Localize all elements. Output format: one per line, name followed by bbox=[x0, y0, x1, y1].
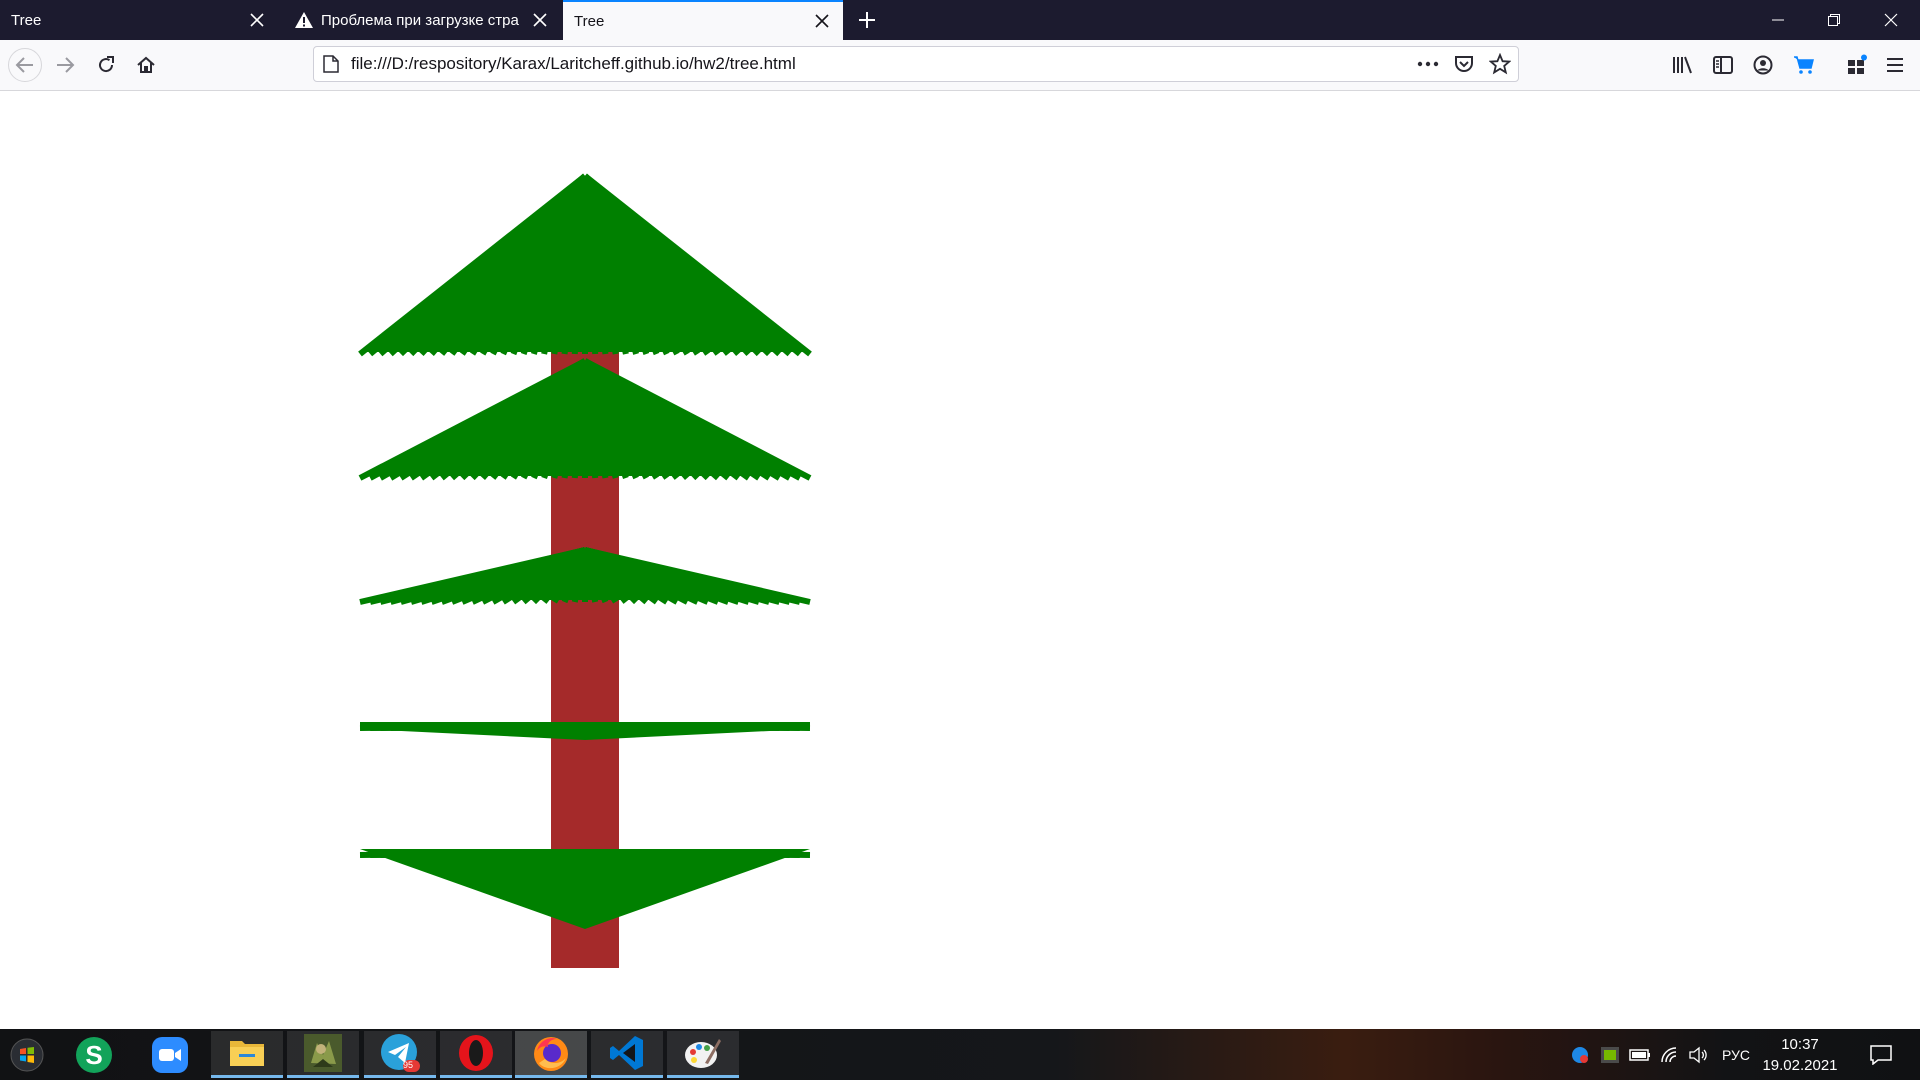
opera-icon[interactable] bbox=[440, 1031, 512, 1078]
account-icon[interactable] bbox=[1746, 48, 1780, 82]
branch-layer bbox=[358, 358, 812, 481]
page-actions-icon[interactable] bbox=[1417, 55, 1439, 78]
file-explorer-icon[interactable] bbox=[211, 1031, 283, 1078]
cart-icon[interactable] bbox=[1787, 48, 1821, 82]
paint-icon[interactable] bbox=[667, 1031, 739, 1078]
back-button[interactable] bbox=[8, 48, 42, 82]
restore-button[interactable] bbox=[1806, 0, 1862, 40]
time-label: 10:37 bbox=[1781, 1036, 1819, 1053]
telegram-icon[interactable]: 95 bbox=[364, 1031, 436, 1078]
branch-layer bbox=[359, 849, 811, 929]
battery-icon[interactable] bbox=[1628, 1029, 1652, 1080]
page-content bbox=[0, 91, 1920, 1029]
tab-label: Tree bbox=[574, 12, 605, 30]
telegram-badge: 95 bbox=[403, 1060, 414, 1070]
tree-drawing bbox=[358, 173, 812, 968]
branch-layer bbox=[358, 173, 812, 357]
volume-icon[interactable] bbox=[1686, 1029, 1710, 1080]
nvidia-tray-icon[interactable] bbox=[1598, 1029, 1622, 1080]
menu-icon[interactable] bbox=[1878, 48, 1912, 82]
tab-strip: Tree Проблема при загрузке стра Tree bbox=[0, 0, 1920, 40]
branch-shape bbox=[360, 849, 810, 929]
url-text[interactable]: file:///D:/respository/Karax/Laritcheff.… bbox=[351, 47, 796, 81]
address-bar[interactable]: file:///D:/respository/Karax/Laritcheff.… bbox=[313, 46, 1519, 82]
page-icon bbox=[323, 55, 339, 78]
branch-layer bbox=[359, 722, 811, 740]
skype-icon[interactable]: S bbox=[58, 1031, 130, 1078]
forward-button[interactable] bbox=[48, 48, 82, 82]
close-tab-icon[interactable] bbox=[242, 5, 272, 35]
tab-label: Проблема при загрузке стра bbox=[321, 11, 519, 29]
warning-icon bbox=[293, 9, 315, 31]
svg-text:S: S bbox=[85, 1040, 102, 1070]
close-tab-icon[interactable] bbox=[525, 5, 555, 35]
new-tab-button[interactable] bbox=[852, 5, 882, 35]
zoom-icon[interactable] bbox=[134, 1031, 206, 1078]
branch-layer bbox=[359, 547, 811, 605]
sidebar-icon[interactable] bbox=[1706, 48, 1740, 82]
close-tab-icon[interactable] bbox=[807, 6, 837, 36]
date-label: 19.02.2021 bbox=[1762, 1057, 1838, 1074]
tab-tree-1[interactable]: Tree bbox=[0, 0, 278, 40]
language-label: РУС bbox=[1721, 1046, 1751, 1063]
close-window-button[interactable] bbox=[1863, 0, 1919, 40]
antivirus-tray-icon[interactable] bbox=[1568, 1029, 1592, 1080]
navigation-toolbar: file:///D:/respository/Karax/Laritcheff.… bbox=[0, 40, 1920, 91]
tab-load-problem[interactable]: Проблема при загрузке стра bbox=[283, 0, 561, 40]
tab-label: Tree bbox=[11, 11, 42, 29]
clock[interactable]: 10:37 19.02.2021 bbox=[1752, 1034, 1848, 1076]
extensions-icon[interactable] bbox=[1840, 48, 1874, 82]
library-icon[interactable] bbox=[1666, 48, 1700, 82]
start-icon[interactable] bbox=[0, 1031, 54, 1078]
reload-button[interactable] bbox=[89, 48, 123, 82]
game-icon[interactable] bbox=[287, 1031, 359, 1078]
language-indicator[interactable]: РУС bbox=[1716, 1029, 1756, 1080]
vscode-icon[interactable] bbox=[591, 1031, 663, 1078]
pocket-icon[interactable] bbox=[1454, 54, 1474, 79]
home-button[interactable] bbox=[129, 48, 163, 82]
branch-shape bbox=[360, 722, 810, 740]
wifi-icon[interactable] bbox=[1658, 1029, 1682, 1080]
tab-tree-active[interactable]: Tree bbox=[563, 0, 843, 40]
bookmark-star-icon[interactable] bbox=[1488, 52, 1512, 80]
notifications-icon[interactable] bbox=[1857, 1029, 1905, 1080]
firefox-icon[interactable] bbox=[515, 1031, 587, 1078]
minimize-button[interactable] bbox=[1750, 0, 1806, 40]
taskbar: S 95 РУС 10:37 19.02.2021 bbox=[0, 1029, 1920, 1080]
